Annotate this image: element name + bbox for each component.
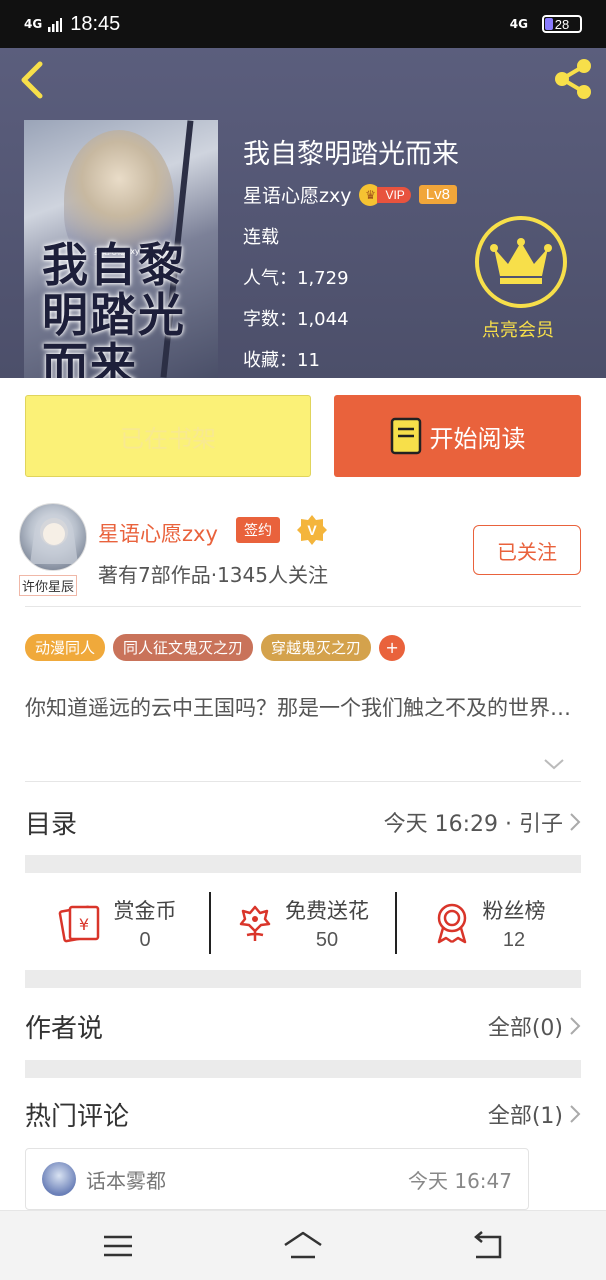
level-badge: Lv8	[418, 185, 457, 204]
support-stats: ¥ 赏金币 0 免费送花 50 粉丝榜 12	[25, 888, 581, 958]
start-reading-button[interactable]: 开始阅读	[334, 395, 581, 477]
return-icon	[474, 1231, 502, 1259]
crown-icon	[490, 238, 552, 284]
clock: 18:45	[70, 12, 121, 35]
status-bar: 4G 18:45 4G 28	[0, 0, 606, 48]
book-title: 我自黎明踏光而来	[243, 139, 459, 170]
book-detail-body: 已在书架 开始阅读 许你星辰 星语心愿zxy 签约 V 著有7部作品·1345人…	[0, 378, 606, 1210]
free-flowers-label: 免费送花	[285, 898, 369, 923]
popularity: 人气：1,729	[243, 268, 349, 289]
free-flowers-value: 50	[315, 928, 339, 951]
back-button[interactable]	[14, 58, 50, 102]
commenter-avatar[interactable]	[42, 1162, 76, 1196]
comment-card[interactable]: 话本雾都 今天 16:47	[25, 1148, 529, 1210]
network-indicator: 4G	[509, 17, 528, 31]
share-button[interactable]	[550, 56, 596, 102]
battery-icon: 28	[542, 15, 582, 33]
book-cover[interactable]: 星语心愿zxy 著 我自黎明踏光而来	[24, 120, 218, 378]
membership-label[interactable]: 点亮会员	[482, 316, 554, 342]
latest-chapter: 今天 16:29 · 引子	[383, 812, 563, 837]
chevron-down-icon	[544, 759, 564, 770]
divider	[25, 606, 581, 607]
vip-badge: ♛ VIP	[359, 183, 411, 206]
add-tag-button[interactable]: +	[379, 634, 406, 661]
expand-synopsis-button[interactable]	[543, 756, 565, 770]
flower-icon	[239, 905, 271, 941]
hot-comments-count: 全部(1)	[487, 1104, 563, 1129]
reward-coins-label: 赏金币	[113, 898, 177, 923]
commenter-name[interactable]: 话本雾都	[86, 1165, 166, 1194]
signal-indicator: 4G	[24, 17, 43, 31]
catalog-row[interactable]: 目录 今天 16:29 · 引子	[25, 802, 581, 842]
menu-button[interactable]	[98, 1229, 138, 1263]
section-separator	[25, 970, 581, 988]
author-says-row[interactable]: 作者说 全部(0)	[25, 1006, 581, 1046]
home-button[interactable]	[283, 1229, 323, 1263]
menu-icon	[104, 1235, 132, 1257]
chevron-right-icon	[570, 1017, 581, 1035]
followed-button[interactable]: 已关注	[473, 525, 581, 575]
signal-bars-icon	[48, 17, 63, 32]
medal-icon	[437, 903, 466, 944]
tag[interactable]: 动漫同人	[25, 634, 106, 661]
avatar-illustration	[30, 514, 78, 564]
word-count: 字数：1,044	[243, 309, 349, 330]
back-nav-button[interactable]	[468, 1229, 508, 1263]
divider	[25, 781, 581, 782]
start-reading-label: 开始阅读	[429, 424, 526, 453]
signed-badge: 签约	[236, 517, 280, 543]
chevron-right-icon	[570, 813, 581, 831]
share-icon	[555, 59, 591, 99]
author-name[interactable]: 星语心愿zxy	[243, 181, 351, 208]
svg-text:V: V	[307, 522, 317, 538]
tag[interactable]: 同人征文鬼灭之刃	[113, 634, 254, 661]
cover-title: 我自黎明踏光而来	[42, 238, 186, 378]
comment-time: 今天 16:47	[408, 1168, 512, 1193]
free-flowers[interactable]: 免费送花 50	[211, 888, 395, 958]
fan-ranking-value: 12	[502, 928, 526, 951]
section-separator	[25, 855, 581, 873]
author-card-name[interactable]: 星语心愿zxy	[98, 518, 218, 548]
author-says-count: 全部(0)	[487, 1016, 563, 1041]
home-icon	[284, 1231, 322, 1259]
battery-level: 28	[554, 16, 570, 32]
author-says-title: 作者说	[25, 1013, 104, 1044]
red-envelope-icon: ¥	[58, 905, 99, 943]
section-separator	[25, 1060, 581, 1078]
chevron-left-icon	[21, 61, 43, 99]
reward-coins[interactable]: ¥ 赏金币 0	[25, 888, 209, 958]
book-icon	[390, 417, 421, 455]
favorites-count: 收藏：11	[243, 350, 320, 371]
book-synopsis[interactable]: 你知道遥远的云中王国吗？那是一个我们触之不及的世界…	[25, 694, 581, 722]
tag-list: 动漫同人 同人征文鬼灭之刃 穿越鬼灭之刃 +	[25, 634, 406, 661]
hot-comments-title: 热门评论	[25, 1101, 130, 1132]
in-bookshelf-button[interactable]: 已在书架	[25, 395, 311, 477]
chevron-right-icon	[570, 1105, 581, 1123]
author-avatar[interactable]	[19, 503, 87, 571]
tag[interactable]: 穿越鬼灭之刃	[261, 634, 372, 661]
fan-ranking-label: 粉丝榜	[482, 898, 546, 923]
verified-icon: V	[296, 514, 328, 546]
author-row: 星语心愿zxy ♛ VIP Lv8	[243, 181, 457, 208]
book-header: 星语心愿zxy 著 我自黎明踏光而来 我自黎明踏光而来 星语心愿zxy ♛ VI…	[0, 48, 606, 378]
author-works-info: 著有7部作品·1345人关注	[98, 563, 328, 587]
serial-status: 连载	[243, 227, 279, 248]
catalog-title: 目录	[25, 809, 78, 840]
hot-comments-row[interactable]: 热门评论 全部(1)	[25, 1094, 581, 1134]
system-nav-bar	[0, 1210, 606, 1280]
reward-coins-value: 0	[139, 928, 151, 951]
fan-ranking[interactable]: 粉丝榜 12	[397, 888, 581, 958]
avatar-tag: 许你星辰	[19, 575, 78, 596]
membership-button[interactable]	[475, 216, 567, 308]
svg-text:¥: ¥	[78, 915, 88, 934]
